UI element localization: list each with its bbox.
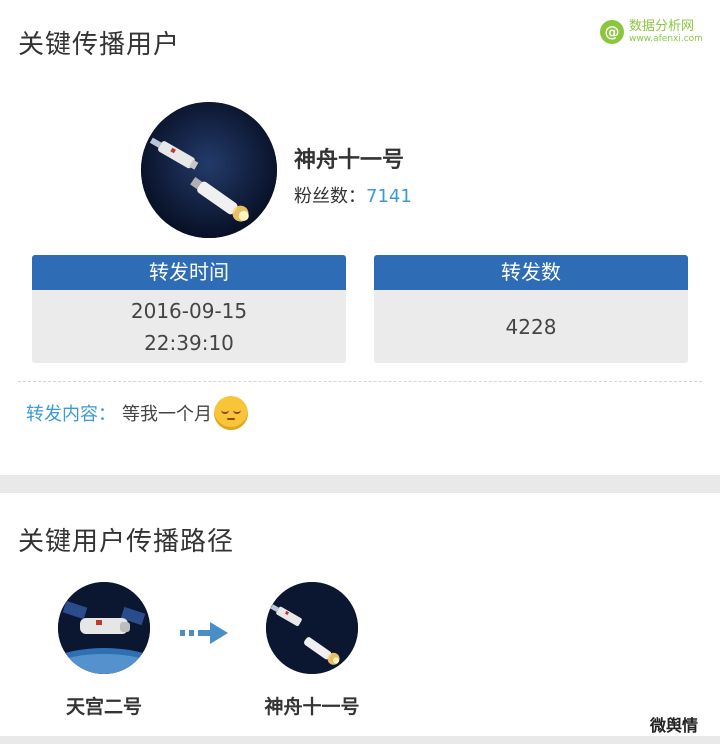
repost-content-text: 等我一个月 (122, 404, 212, 425)
path-node-avatar-tiangong[interactable] (58, 582, 150, 674)
followers-count: 7141 (366, 186, 412, 207)
spacecraft-avatar-image (266, 582, 358, 674)
section-separator (0, 475, 720, 493)
repost-date: 2016-09-15 (130, 298, 248, 323)
repost-content-label: 转发内容： (26, 404, 116, 425)
stat-card-repost-count: 转发数 4228 (374, 255, 688, 363)
section-title-propagation-path: 关键用户传播路径 (18, 527, 235, 557)
repost-count: 4228 (505, 314, 557, 339)
logo-text-en: www.afenxi.com (629, 34, 703, 44)
relieved-face-emoji-icon (214, 396, 248, 430)
stat-header-repost-time: 转发时间 (32, 255, 346, 290)
user-name[interactable]: 神舟十一号 (294, 142, 404, 174)
path-node-avatar-shenzhou[interactable] (266, 582, 358, 674)
space-station-image (58, 582, 150, 674)
stat-card-repost-time: 转发时间 2016-09-15 22:39:10 (32, 255, 346, 363)
repost-content-row: 转发内容： 等我一个月 (26, 396, 248, 430)
dashed-divider (18, 381, 702, 382)
spacecraft-avatar-image (141, 102, 277, 238)
path-node-label-tiangong[interactable]: 天宫二号 (34, 692, 174, 719)
stat-header-repost-count: 转发数 (374, 255, 688, 290)
user-avatar[interactable] (141, 102, 277, 238)
path-node-label-shenzhou[interactable]: 神舟十一号 (242, 692, 382, 719)
watermark: 微舆情 (650, 716, 699, 735)
section-title-key-user: 关键传播用户 (18, 30, 181, 60)
brand-logo: @ 数据分析网 www.afenxi.com (600, 20, 703, 44)
repost-time: 22:39:10 (144, 330, 234, 355)
arrow-right-icon (180, 620, 230, 650)
at-sign-icon: @ (600, 20, 624, 44)
logo-text-cn: 数据分析网 (629, 19, 695, 34)
followers-row: 粉丝数：7141 (294, 182, 412, 208)
bottom-separator (0, 736, 720, 744)
followers-label: 粉丝数： (294, 186, 366, 207)
